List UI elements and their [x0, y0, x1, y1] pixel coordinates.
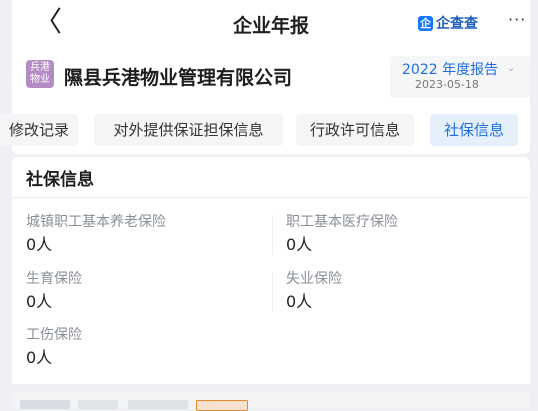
- field-label: 城镇职工基本养老保险: [26, 214, 166, 230]
- field-unemployment-insurance: 失业保险 0人: [286, 270, 342, 312]
- thumbnail-selected[interactable]: [196, 400, 248, 411]
- field-label: 工伤保险: [26, 327, 82, 343]
- field-label: 失业保险: [286, 271, 342, 287]
- divider: [12, 197, 530, 198]
- field-value: 0人: [26, 235, 53, 254]
- header-card: 〈 企业年报 企 企查查 ··· 兵港物业 隰县兵港物业管理有限公司 2022 …: [0, 0, 530, 154]
- brand[interactable]: 企 企查查: [418, 12, 478, 34]
- company-name[interactable]: 隰县兵港物业管理有限公司: [64, 63, 292, 90]
- tab-administrative-license[interactable]: 行政许可信息: [296, 114, 414, 146]
- top-bar: 〈 企业年报 企 企查查 ···: [12, 0, 530, 46]
- field-pension-insurance: 城镇职工基本养老保险 0人: [26, 213, 166, 255]
- thumbnail-strip: [12, 392, 530, 411]
- field-injury-insurance: 工伤保险 0人: [26, 326, 82, 368]
- thumbnail[interactable]: [128, 400, 188, 409]
- qichacha-logo-icon: 企: [418, 15, 433, 31]
- social-security-card: 社保信息 城镇职工基本养老保险 0人 职工基本医疗保险 0人 生育保险 0人 失…: [12, 157, 530, 384]
- field-value: 0人: [286, 235, 313, 254]
- report-year-selector[interactable]: 2022 年度报告 ⌄ 2023-05-18: [390, 56, 530, 98]
- tab-bar: 修改记录 对外提供保证担保信息 行政许可信息 社保信息: [0, 114, 530, 146]
- field-maternity-insurance: 生育保险 0人: [26, 270, 82, 312]
- tab-modification-records[interactable]: 修改记录: [0, 114, 78, 146]
- more-icon[interactable]: ···: [508, 10, 526, 29]
- divider: [272, 215, 273, 255]
- field-value: 0人: [26, 348, 53, 367]
- field-value: 0人: [26, 292, 53, 311]
- tab-social-security[interactable]: 社保信息: [430, 114, 518, 146]
- divider: [272, 272, 273, 312]
- company-row: 兵港物业 隰县兵港物业管理有限公司 2022 年度报告 ⌄ 2023-05-18: [12, 56, 530, 98]
- report-date: 2023-05-18: [415, 78, 479, 91]
- field-value: 0人: [286, 292, 313, 311]
- report-year: 2022 年度报告: [402, 62, 499, 78]
- company-logo-icon: 兵港物业: [26, 60, 54, 88]
- thumbnail[interactable]: [78, 400, 118, 409]
- field-label: 职工基本医疗保险: [286, 214, 398, 230]
- field-label: 生育保险: [26, 271, 82, 287]
- brand-name: 企查查: [436, 16, 478, 32]
- chevron-down-icon: ⌄: [507, 63, 516, 74]
- section-title: 社保信息: [26, 170, 94, 190]
- field-medical-insurance: 职工基本医疗保险 0人: [286, 213, 398, 255]
- thumbnail[interactable]: [20, 400, 70, 409]
- tab-guarantee-info[interactable]: 对外提供保证担保信息: [94, 114, 283, 146]
